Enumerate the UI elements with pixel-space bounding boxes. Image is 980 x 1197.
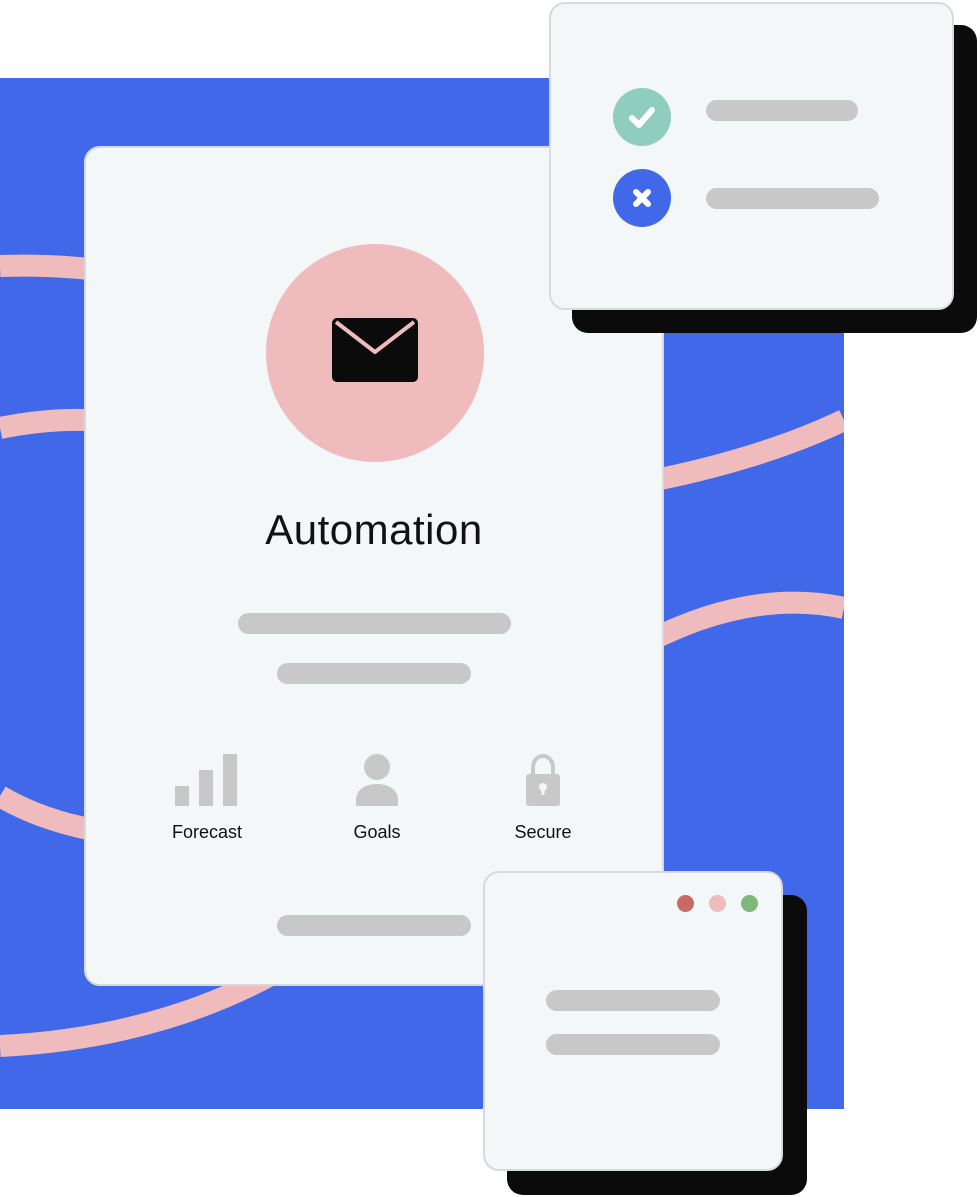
window-maximize-dot[interactable]	[741, 895, 758, 912]
envelope-icon-badge	[266, 244, 484, 462]
status-card	[549, 2, 954, 310]
button-placeholder[interactable]	[277, 915, 471, 936]
feature-label: Forecast	[171, 822, 243, 842]
bar-chart-icon	[175, 754, 237, 806]
text-placeholder-line	[238, 613, 511, 634]
window-card	[483, 871, 783, 1171]
card-title: Automation	[265, 506, 483, 553]
text-placeholder-line	[277, 663, 471, 684]
status-placeholder-line	[706, 100, 858, 121]
envelope-icon	[332, 318, 418, 382]
feature-goals[interactable]: Goals	[302, 752, 452, 843]
feature-label: Secure	[514, 822, 572, 842]
close-icon	[613, 169, 671, 227]
window-close-dot[interactable]	[677, 895, 694, 912]
status-placeholder-line	[706, 188, 879, 209]
feature-forecast[interactable]: Forecast	[132, 752, 282, 843]
window-placeholder-line	[546, 990, 720, 1011]
window-minimize-dot[interactable]	[709, 895, 726, 912]
feature-secure[interactable]: Secure	[468, 752, 618, 843]
user-icon	[356, 754, 398, 806]
check-icon	[613, 88, 671, 146]
window-placeholder-line	[546, 1034, 720, 1055]
feature-label: Goals	[353, 822, 401, 842]
lock-icon	[526, 754, 560, 806]
